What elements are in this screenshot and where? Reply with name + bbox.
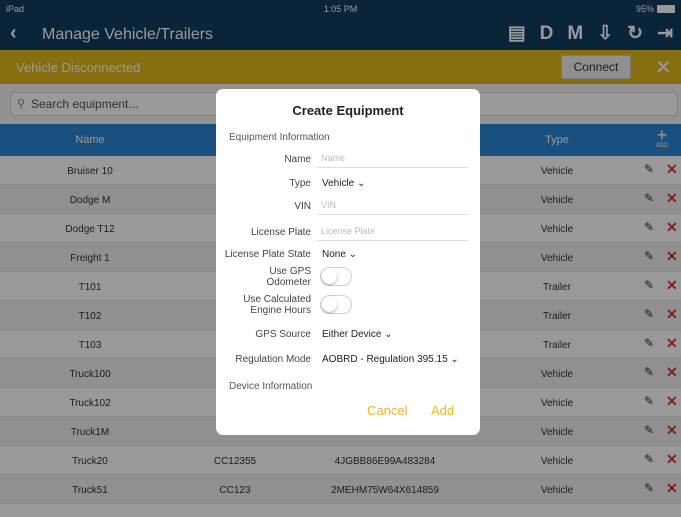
type-select[interactable]: Vehicle ⌄ xyxy=(322,178,365,189)
vin-label: VIN xyxy=(294,201,311,212)
section-device-info: Device Information xyxy=(229,381,313,392)
calculated-engine-hours-label: Use Calculated Engine Hours xyxy=(216,294,311,316)
section-equipment-info: Equipment Information xyxy=(229,132,330,143)
calc-hours-label-line1: Use Calculated xyxy=(243,294,311,305)
regulation-mode-select[interactable]: AOBRD - Regulation 395.15 ⌄ xyxy=(322,354,459,365)
dialog-title: Create Equipment xyxy=(292,103,404,118)
gps-odometer-label: Use GPS Odometer xyxy=(216,266,311,288)
toggle-knob xyxy=(322,297,337,312)
license-plate-state-select[interactable]: None ⌄ xyxy=(322,249,357,260)
license-plate-field[interactable] xyxy=(317,221,468,241)
create-equipment-dialog: Create Equipment Equipment Information N… xyxy=(216,89,480,435)
cancel-button[interactable]: Cancel xyxy=(367,403,407,418)
gps-source-select[interactable]: Either Device ⌄ xyxy=(322,329,393,340)
regulation-mode-label: Regulation Mode xyxy=(235,354,311,365)
gps-odometer-toggle[interactable] xyxy=(320,267,352,286)
gps-odometer-label-line1: Use GPS xyxy=(269,266,311,277)
license-plate-label: License Plate xyxy=(250,227,311,238)
calculated-engine-hours-toggle[interactable] xyxy=(320,295,352,314)
name-label: Name xyxy=(284,154,311,165)
type-label: Type xyxy=(289,178,311,189)
vin-field[interactable] xyxy=(317,195,468,215)
license-plate-state-label: License Plate State xyxy=(224,249,311,260)
gps-odometer-label-line2: Odometer xyxy=(266,277,311,288)
add-confirm-button[interactable]: Add xyxy=(431,403,454,418)
gps-source-label: GPS Source xyxy=(255,329,311,340)
calc-hours-label-line2: Engine Hours xyxy=(250,305,311,316)
name-field[interactable] xyxy=(317,148,468,168)
toggle-knob xyxy=(322,269,337,284)
